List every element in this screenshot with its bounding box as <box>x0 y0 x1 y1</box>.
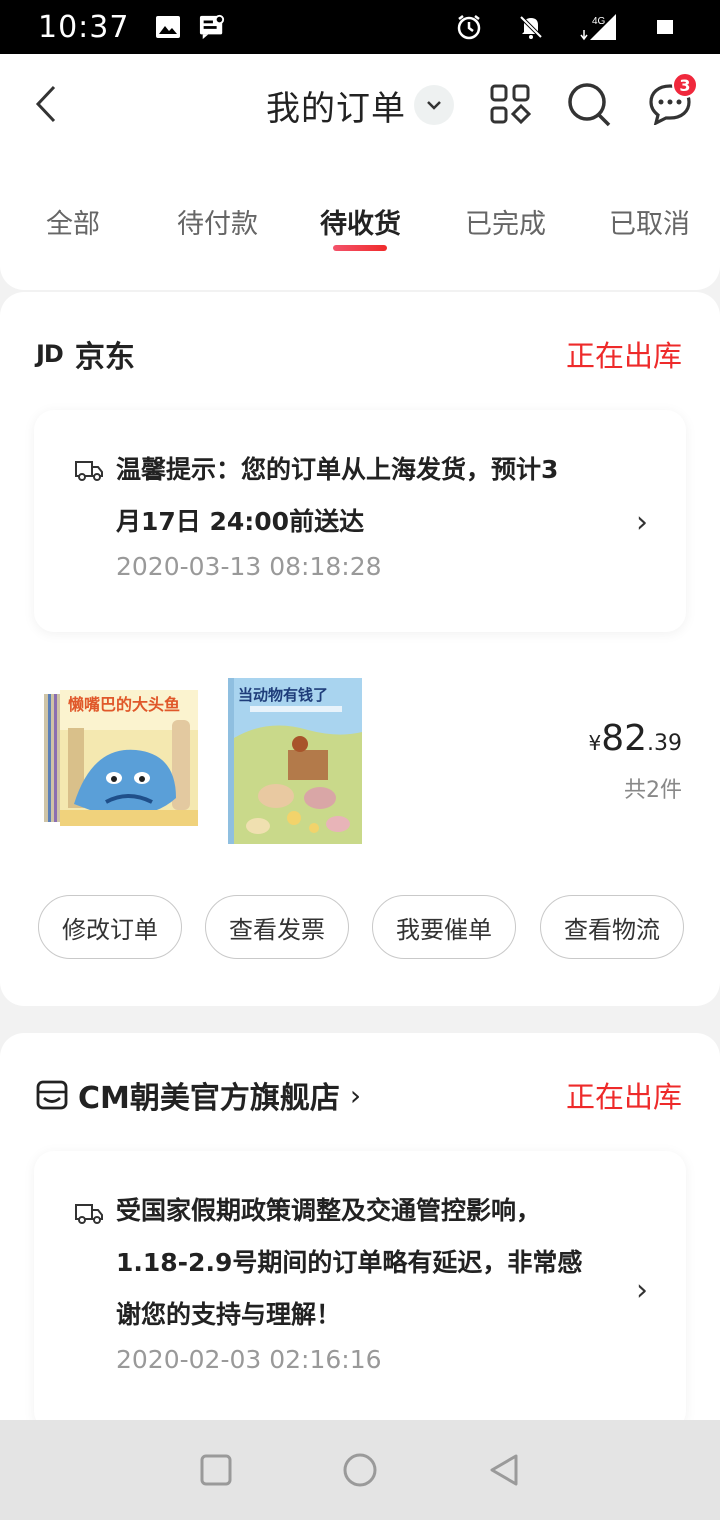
shop-header: JD 京东 正在出库 <box>36 332 682 376</box>
header: 我的订单 3 全部 待付款 待收货 已完成 已取消 <box>0 54 720 290</box>
message-badge: 3 <box>672 72 698 98</box>
active-tab-indicator <box>333 245 387 251</box>
recents-square-icon[interactable] <box>198 1452 234 1488</box>
chevron-down-icon[interactable] <box>414 85 454 125</box>
delivery-notice[interactable]: 温馨提示：您的订单从上海发货，预计3 月17日 24:00前送达 2020-03… <box>34 410 686 632</box>
store-icon <box>36 1080 68 1110</box>
system-nav-bar <box>0 1420 720 1520</box>
title-selector[interactable]: 我的订单 <box>266 82 454 129</box>
svg-text:当动物有钱了: 当动物有钱了 <box>238 686 328 704</box>
truck-icon <box>75 1204 103 1224</box>
tab-pending-payment[interactable]: 待付款 <box>177 202 258 241</box>
back-triangle-icon[interactable] <box>486 1452 522 1488</box>
product-image-book-2[interactable]: 当动物有钱了 <box>228 678 362 844</box>
notifications-off-icon <box>518 14 544 40</box>
notice-message: 温馨提示：您的订单从上海发货，预计3 月17日 24:00前送达 <box>116 455 559 536</box>
tab-pending-receipt[interactable]: 待收货 <box>320 202 401 241</box>
delivery-notice[interactable]: 受国家假期政策调整及交通管控影响， 1.18-2.9号期间的订单略有延迟，非常感… <box>34 1151 686 1431</box>
status-time: 10:37 <box>38 9 130 45</box>
shop-arrow-icon: › <box>349 1078 362 1112</box>
message-notification-icon <box>199 14 225 40</box>
modify-order-button[interactable]: 修改订单 <box>38 895 182 959</box>
image-icon <box>155 14 181 40</box>
battery-icon <box>656 14 674 40</box>
alarm-icon <box>456 14 482 40</box>
messages-button[interactable]: 3 <box>646 72 698 128</box>
urge-order-button[interactable]: 我要催单 <box>372 895 516 959</box>
notice-message: 受国家假期政策调整及交通管控影响， 1.18-2.9号期间的订单略有延迟，非常感… <box>116 1196 583 1329</box>
chevron-right-icon: › <box>636 505 648 540</box>
shop-header[interactable]: CM朝美官方旗舰店 › 正在出库 <box>36 1073 682 1117</box>
chevron-right-icon: › <box>636 1273 648 1308</box>
page-title: 我的订单 <box>266 88 406 129</box>
shop-name: CM朝美官方旗舰店 <box>78 1081 340 1116</box>
shop-name: 京东 <box>74 340 135 375</box>
order-card[interactable]: JD 京东 正在出库 温馨提示：您的订单从上海发货，预计3 月17日 24:00… <box>0 292 720 1006</box>
jd-logo: JD <box>36 340 64 368</box>
truck-icon <box>75 461 103 481</box>
home-circle-icon[interactable] <box>342 1452 378 1488</box>
back-arrow-icon <box>35 85 56 123</box>
svg-text:4G: 4G <box>592 16 606 27</box>
signal-icon: 4G <box>580 14 620 41</box>
product-image-book-1[interactable]: 懒嘴巴的大头鱼 <box>44 686 200 832</box>
order-price: ¥82.39 <box>588 718 682 759</box>
order-card[interactable]: CM朝美官方旗舰店 › 正在出库 受国家假期政策调整及交通管控影响， 1.18-… <box>0 1033 720 1453</box>
order-status: 正在出库 <box>565 1080 682 1114</box>
tab-completed[interactable]: 已完成 <box>465 202 546 241</box>
grid-apps-icon[interactable] <box>486 80 534 128</box>
status-bar: 10:37 4G <box>0 0 720 54</box>
notice-timestamp: 2020-03-13 08:18:28 <box>116 552 382 581</box>
tab-all[interactable]: 全部 <box>46 202 100 241</box>
order-status: 正在出库 <box>565 339 682 373</box>
search-icon[interactable] <box>566 80 614 128</box>
notice-timestamp: 2020-02-03 02:16:16 <box>116 1345 382 1374</box>
svg-text:懒嘴巴的大头鱼: 懒嘴巴的大头鱼 <box>68 695 180 714</box>
tab-cancelled[interactable]: 已取消 <box>609 202 690 241</box>
back-button[interactable] <box>24 82 68 126</box>
track-logistics-button[interactable]: 查看物流 <box>540 895 684 959</box>
view-invoice-button[interactable]: 查看发票 <box>205 895 349 959</box>
order-tabs: 全部 待付款 待收货 已完成 已取消 <box>0 202 720 262</box>
item-count: 共2件 <box>624 778 682 803</box>
